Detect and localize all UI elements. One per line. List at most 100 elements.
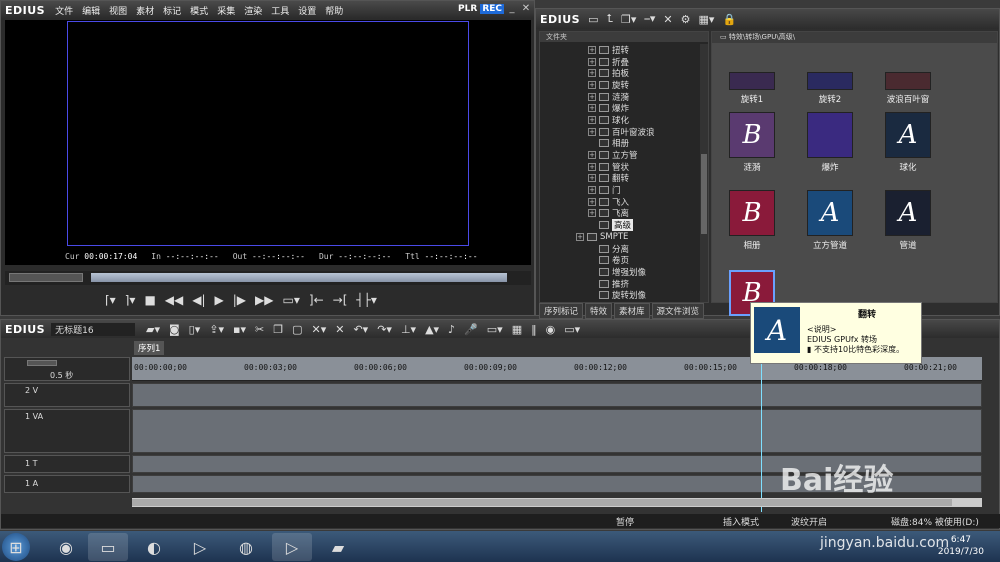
effect-thumbnail[interactable]: 波浪百叶窗 — [884, 44, 932, 105]
tree-item[interactable]: + 爆炸 — [588, 102, 655, 114]
mark-out-icon[interactable]: ⌉▾ — [125, 293, 136, 307]
menu-help[interactable]: 帮助 — [325, 4, 343, 17]
tree-item[interactable]: 旋转划像 — [588, 289, 655, 301]
delete-icon[interactable]: ✕ — [663, 13, 672, 26]
track-header-1va[interactable]: 1 VA — [4, 409, 130, 453]
minimize-icon[interactable]: _ — [506, 3, 518, 15]
mark-in-icon[interactable]: ⌈▾ — [105, 293, 116, 307]
insert-icon[interactable]: ]← — [309, 293, 324, 307]
save-icon[interactable]: ▪▾ — [233, 323, 246, 336]
tree-item[interactable]: + 百叶窗波浪 — [588, 126, 655, 138]
effect-thumbnail[interactable]: B 涟漪 — [728, 112, 776, 173]
expand-icon[interactable]: + — [588, 69, 596, 78]
line-icon[interactable]: ⎯▾ — [644, 12, 655, 26]
delete-clip-icon[interactable]: ✕▾ — [311, 323, 326, 336]
overwrite-icon[interactable]: →[ — [333, 293, 348, 307]
tree-item[interactable]: + 旋转 — [588, 79, 655, 91]
edius-icon[interactable]: ▷ — [180, 533, 220, 561]
zoom-slider[interactable] — [27, 360, 57, 366]
plr-button[interactable]: PLR — [456, 4, 479, 14]
new-sequence-icon[interactable]: ▰▾ — [146, 323, 160, 336]
cut-icon[interactable]: ✂ — [255, 323, 264, 336]
track-header-2v[interactable]: 2 V — [4, 383, 130, 407]
split-icon[interactable]: ┤├▾ — [356, 293, 376, 307]
tree-item[interactable]: 卷页 — [588, 254, 655, 266]
expand-icon[interactable]: + — [588, 45, 596, 54]
menu-capture[interactable]: 采集 — [217, 4, 235, 17]
tree-item[interactable]: + SMPTE — [576, 231, 655, 243]
paste-icon[interactable]: ▢ — [292, 323, 302, 336]
effect-thumbnail[interactable]: A 立方管道 — [806, 190, 854, 251]
undo-icon[interactable]: ↶▾ — [353, 323, 368, 336]
up-folder-icon[interactable]: ⮤ — [607, 12, 614, 26]
window-icon[interactable]: ▭▾ — [564, 323, 580, 336]
tree-item[interactable]: 相册 — [588, 138, 655, 149]
tree-item[interactable]: 增强划像 — [588, 266, 655, 278]
firefox-icon[interactable]: ◐ — [134, 533, 174, 561]
step-back-icon[interactable]: ◀| — [192, 293, 205, 307]
tab-sequence-markers[interactable]: 序列标记 — [539, 303, 584, 319]
tree-item[interactable]: + 扭转 — [588, 44, 655, 56]
tree-item[interactable]: + 管状 — [588, 161, 655, 173]
tab-sequence-1[interactable]: 序列1 — [134, 341, 165, 355]
folder-icon[interactable]: ▭ — [588, 13, 598, 26]
tree-item[interactable]: + 立方管 — [588, 149, 655, 161]
expand-icon[interactable]: + — [588, 104, 596, 113]
lock-icon[interactable]: 🔒 — [722, 13, 736, 26]
expand-icon[interactable]: + — [588, 162, 596, 171]
timeline-scrollbar[interactable] — [132, 498, 982, 507]
render-icon[interactable]: ▭▾ — [487, 323, 503, 336]
tree-item[interactable]: + 涟漪 — [588, 91, 655, 103]
effect-thumbnail[interactable]: A 球化 — [884, 112, 932, 173]
tab-source-browser[interactable]: 源文件浏览 — [651, 303, 705, 319]
ripple-delete-icon[interactable]: ✕ — [335, 323, 344, 336]
audio-icon[interactable]: ♪ — [448, 323, 455, 336]
notes-icon[interactable]: ▰ — [318, 533, 358, 561]
track-header-1a[interactable]: 1 A — [4, 475, 130, 493]
menu-clip[interactable]: 素材 — [136, 4, 154, 17]
close-icon[interactable]: ✕ — [520, 3, 532, 15]
tree-scroll-thumb[interactable] — [701, 154, 707, 234]
mixer-icon[interactable]: ‖ — [531, 323, 537, 336]
grid-icon[interactable]: ▦ — [512, 323, 522, 336]
color-icon[interactable]: ◉ — [546, 323, 556, 336]
effect-thumbnail[interactable]: B 相册 — [728, 190, 776, 251]
mic-icon[interactable]: 🎤 — [464, 323, 478, 336]
effect-thumbnail[interactable]: 旋转2 — [806, 44, 854, 105]
menu-edit[interactable]: 编辑 — [82, 4, 100, 17]
fast-forward-icon[interactable]: ▶▶ — [255, 293, 273, 307]
copy-icon[interactable]: ❐▾ — [621, 13, 636, 26]
razor-icon[interactable]: ▲▾ — [425, 323, 439, 336]
copy-clip-icon[interactable]: ❐ — [273, 323, 283, 336]
menu-settings[interactable]: 设置 — [298, 4, 316, 17]
menu-mode[interactable]: 模式 — [190, 4, 208, 17]
rec-button[interactable]: REC — [480, 4, 504, 14]
track-lane-2v[interactable] — [132, 383, 982, 407]
capture-icon[interactable]: ◙ — [169, 323, 180, 336]
start-button[interactable]: ⊞ — [2, 533, 30, 561]
playhead[interactable] — [761, 357, 762, 512]
tree-item[interactable]: 高级 — [588, 219, 655, 232]
expand-icon[interactable]: + — [588, 92, 596, 101]
menu-file[interactable]: 文件 — [55, 4, 73, 17]
expand-icon[interactable]: + — [588, 209, 596, 218]
tree-item[interactable]: + 翻转 — [588, 173, 655, 184]
expand-icon[interactable]: + — [588, 174, 596, 183]
menu-view[interactable]: 视图 — [109, 4, 127, 17]
plr-rec-toggle[interactable]: PLR REC — [456, 4, 504, 14]
status-insert-mode[interactable]: 插入模式 — [723, 515, 759, 528]
new-file-icon[interactable]: ▯▾ — [189, 323, 201, 336]
zoom-level[interactable]: 0.5 秒 — [50, 370, 73, 381]
properties-icon[interactable]: ⚙ — [681, 13, 691, 26]
view-icon[interactable]: ▦▾ — [699, 13, 715, 26]
track-header-1t[interactable]: 1 T — [4, 455, 130, 473]
shuttle-slider[interactable] — [9, 273, 83, 282]
tree-item[interactable]: + 飞入 — [588, 196, 655, 208]
tree-item[interactable]: 推挤 — [588, 278, 655, 290]
expand-icon[interactable]: + — [588, 115, 596, 124]
tree-item[interactable]: + 门 — [588, 184, 655, 196]
track-lane-1va[interactable] — [132, 409, 982, 453]
open-icon[interactable]: ⇪▾ — [209, 323, 224, 336]
effect-thumbnail[interactable]: 旋转1 — [728, 44, 776, 105]
tab-asset-library[interactable]: 素材库 — [614, 303, 650, 319]
